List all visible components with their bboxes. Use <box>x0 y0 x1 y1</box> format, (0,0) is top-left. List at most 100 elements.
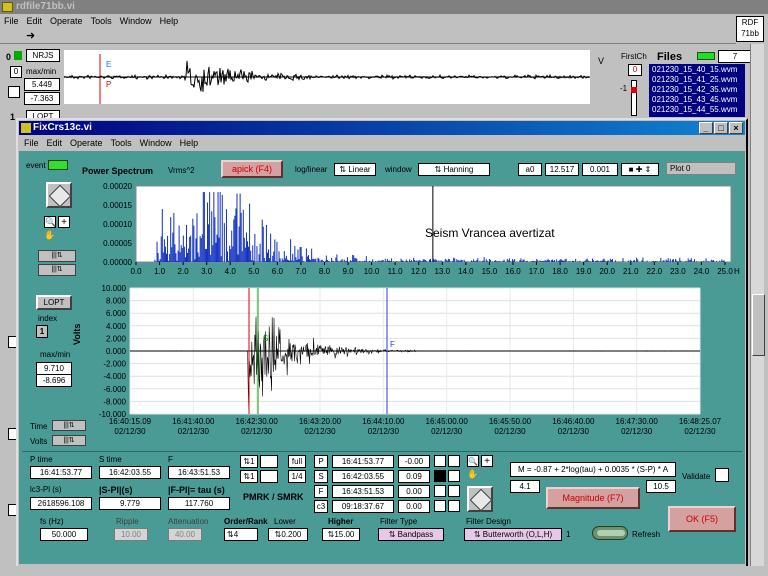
yscale-icon[interactable]: |||⇅ <box>38 264 76 276</box>
stepper-2[interactable]: ⇅1 <box>240 470 258 483</box>
wave-ytick: 0.000 <box>106 347 127 356</box>
minimize-button[interactable]: _ <box>699 122 713 134</box>
file-item[interactable]: 021230_15_44_55.wvm <box>652 105 742 115</box>
a0-small-field[interactable]: 0.001 <box>582 163 618 176</box>
time-scale-icon[interactable]: |||⇅ <box>52 420 86 431</box>
bottom-zoom-icon[interactable]: 🔍 <box>467 455 479 467</box>
firstch-slider[interactable] <box>631 80 637 116</box>
mark-f-check2[interactable] <box>448 485 460 497</box>
atten-field[interactable]: 40.00 <box>168 528 202 541</box>
fixcrs-menu-window[interactable]: Window <box>140 138 172 148</box>
stepper-2-blank[interactable] <box>260 470 278 483</box>
higher-field[interactable]: ⇅15.00 <box>322 528 360 541</box>
fixcrs-menu-file[interactable]: File <box>24 138 39 148</box>
fixcrs-title: FixCrs13c.vi <box>33 122 92 133</box>
mark-row-c3[interactable]: c3 09:18:37.67 0.00 <box>314 500 464 514</box>
refresh-toggle[interactable] <box>592 526 628 540</box>
hand-icon[interactable]: ✋ <box>44 230 56 242</box>
mark-row-s[interactable]: S 16:42:03.55 0.09 <box>314 470 464 484</box>
quarter-field[interactable]: 1/4 <box>288 470 306 483</box>
wave-xtick-date: 02/12/30 <box>494 427 526 436</box>
spectrum-plot[interactable]: 0.00020 0.00015 0.00010 0.00005 0.00000 0.0 1.… <box>86 180 744 278</box>
fs-label: fs (Hz) <box>40 517 64 526</box>
pmrk-label: PMRK / SMRK <box>243 492 304 502</box>
a0-value-field[interactable]: 12.517 <box>545 163 579 176</box>
bottom-cursor-pad[interactable] <box>467 486 493 512</box>
f-label: F <box>168 455 173 464</box>
main-menu-operate[interactable]: Operate <box>50 16 83 26</box>
waveform-plot[interactable]: 10.000 8.000 6.000 4.000 2.000 0.000 -2.000 -4.… <box>86 284 740 442</box>
volts-scale-icon[interactable]: |||⇅ <box>52 435 86 446</box>
bottom-hand-icon[interactable]: ✋ <box>467 469 479 481</box>
fixcrs-menu-operate[interactable]: Operate <box>70 138 103 148</box>
magnitude-button[interactable]: Magnitude (F7) <box>546 487 640 509</box>
file-item[interactable]: 021230_15_43_45.wvm <box>652 95 742 105</box>
mark-p-check[interactable] <box>434 455 446 467</box>
channel-name-field[interactable]: LOPT <box>36 295 72 310</box>
main-menu-edit[interactable]: Edit <box>27 16 43 26</box>
ftype-ring[interactable]: ⇅ Bandpass <box>378 528 444 541</box>
mark-s-check[interactable] <box>434 470 446 482</box>
xscale-icon[interactable]: |||⇅ <box>38 250 76 262</box>
bottom-crosshair-icon[interactable]: + <box>481 455 493 467</box>
validate-checkbox[interactable] <box>715 468 729 482</box>
window-ring[interactable]: ⇅ Hanning <box>418 163 490 176</box>
full-field[interactable]: full <box>288 455 306 468</box>
plot-legend[interactable]: Plot 0 <box>666 162 736 175</box>
main-scrollbar[interactable] <box>750 44 765 576</box>
apick-button[interactable]: apick (F4) <box>221 160 283 178</box>
fs-field[interactable]: 50.000 <box>40 528 88 541</box>
file-item[interactable]: 021230_15_41_25.wvm <box>652 75 742 85</box>
ok-button[interactable]: OK (F5) <box>668 506 736 532</box>
files-list[interactable]: 021230_15_40_15.wvm 021230_15_41_25.wvm … <box>649 64 745 117</box>
cursor-pad[interactable] <box>46 182 72 208</box>
mark-c3-check[interactable] <box>434 500 446 512</box>
firstch-field[interactable]: 0 <box>628 64 642 76</box>
stepper-1-blank[interactable] <box>260 455 278 468</box>
fixcrs-menu-tools[interactable]: Tools <box>111 138 132 148</box>
mark-row-p[interactable]: P 16:41:53.77 -0.00 <box>314 455 464 469</box>
index-field[interactable]: 1 <box>36 325 48 338</box>
main-menu-window[interactable]: Window <box>120 16 152 26</box>
crosshair-icon[interactable]: + <box>58 216 70 228</box>
ch0-checkbox[interactable] <box>8 86 20 98</box>
wave-ytick: 4.000 <box>106 322 127 331</box>
spec-xtick: 6.0 <box>272 267 284 276</box>
main-trace-plot[interactable]: E P <box>63 50 590 104</box>
main-menu-tools[interactable]: Tools <box>91 16 112 26</box>
loglinear-ring[interactable]: ⇅ Linear <box>334 163 376 176</box>
ch0-cursor-icon[interactable] <box>14 51 22 60</box>
mark-row-f[interactable]: F 16:43:51.53 0.00 <box>314 485 464 499</box>
zoom-icon[interactable]: 🔍 <box>44 216 56 228</box>
wave-ytick: 6.000 <box>106 309 127 318</box>
fdesign-ring[interactable]: ⇅ Butterworth (O,L,H) <box>464 528 562 541</box>
a0-tool-icons[interactable]: ■ ✚ ⇕ <box>621 163 659 176</box>
mark-s-check2[interactable] <box>448 470 460 482</box>
ripple-field[interactable]: 10.00 <box>114 528 148 541</box>
mark-p-check2[interactable] <box>448 455 460 467</box>
spec-ytick: 0.00010 <box>103 220 132 229</box>
main-menu-file[interactable]: File <box>4 16 19 26</box>
wave-ytick: -2.000 <box>103 360 126 369</box>
main-menu-help[interactable]: Help <box>160 16 179 26</box>
mark-f-check[interactable] <box>434 485 446 497</box>
m-right-field: 10.5 <box>646 480 676 493</box>
ch0-name-field[interactable]: NRJS <box>26 49 60 62</box>
file-item[interactable]: 021230_15_40_15.wvm <box>652 65 742 75</box>
spec-xtick: 13.0 <box>434 267 450 276</box>
index-label: index <box>38 314 58 323</box>
file-item[interactable]: 021230_15_42_35.wvm <box>652 85 742 95</box>
ch0-index-box: 0 <box>10 66 22 78</box>
run-arrow-icon[interactable]: ➜ <box>26 30 40 42</box>
fixcrs-menu-edit[interactable]: Edit <box>47 138 63 148</box>
wave-xtick-date: 02/12/30 <box>684 427 716 436</box>
waveform-svg: 10.000 8.000 6.000 4.000 2.000 0.000 -2.000 -4.… <box>99 284 722 436</box>
atten-label: Attenuation <box>168 517 209 526</box>
stepper-1[interactable]: ⇅1 <box>240 455 258 468</box>
fixcrs-menu-help[interactable]: Help <box>180 138 199 148</box>
close-button[interactable]: × <box>729 122 743 134</box>
mark-c3-check2[interactable] <box>448 500 460 512</box>
maximize-button[interactable]: □ <box>714 122 728 134</box>
lower-field[interactable]: ⇅0.200 <box>268 528 308 541</box>
order-field[interactable]: ⇅4 <box>224 528 258 541</box>
